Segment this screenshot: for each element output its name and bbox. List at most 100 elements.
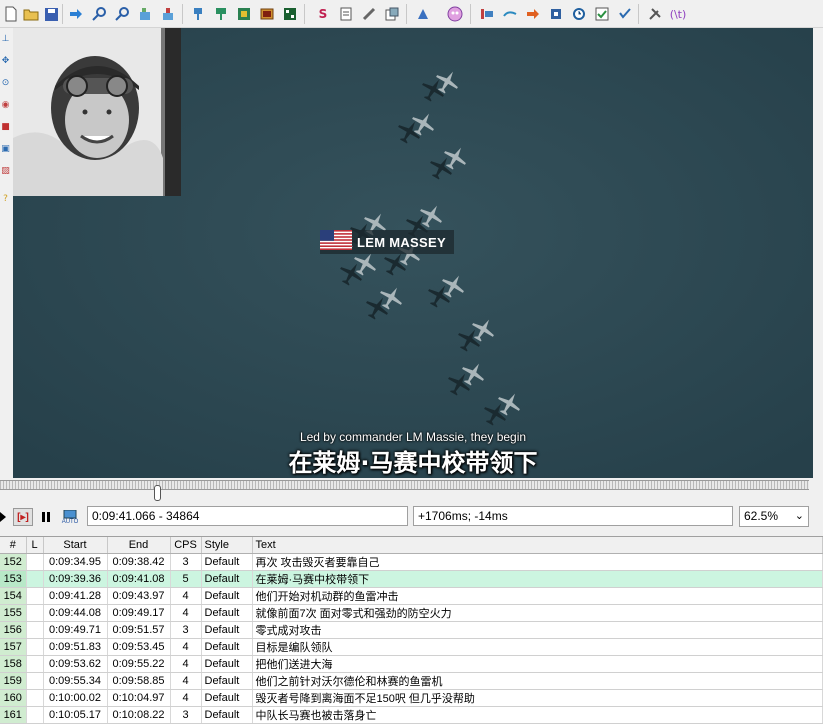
table-row[interactable]: 154 0:09:41.28 0:09:43.97 4 Default 他们开始对机动群的… <box>0 587 823 605</box>
keyframes-icon[interactable] <box>281 5 299 23</box>
timing-postprocessor-icon[interactable] <box>547 5 565 23</box>
table-row[interactable]: 155 0:09:44.08 0:09:49.17 4 Default 就像前面7次 面对… <box>0 604 823 622</box>
cell-start: 0:09:51.83 <box>43 638 108 656</box>
play-line-button[interactable]: [▸] <box>13 508 33 526</box>
table-row[interactable]: 153 0:09:39.36 0:09:41.08 5 Default 在莱姆·马赛中校带… <box>0 570 823 588</box>
table-row[interactable]: 159 0:09:55.34 0:09:58.85 4 Default 他们之前针对沃尔德… <box>0 672 823 690</box>
column-header-text[interactable]: Text <box>252 537 823 554</box>
video-controls: [▸] AUTO 0:09:41.066 - 34864 +1706ms; -1… <box>0 502 823 532</box>
open-file-icon[interactable] <box>22 5 40 23</box>
chevron-down-icon: ⌄ <box>794 509 804 522</box>
cell-end: 0:09:49.17 <box>107 604 171 622</box>
table-row[interactable]: 160 0:10:00.02 0:10:04.97 4 Default 毁灭者号降到离海面… <box>0 689 823 707</box>
styles-icon[interactable] <box>189 5 207 23</box>
auto-scroll-toggle[interactable]: AUTO <box>58 508 82 526</box>
pilot-portrait-photo <box>13 28 181 196</box>
cell-text: 毁灭者号降到离海面不足150呎 但几乎没帮助 <box>252 689 823 707</box>
pause-icon[interactable] <box>38 508 54 526</box>
shift-times-icon[interactable] <box>524 5 542 23</box>
spellcheck-icon[interactable] <box>337 5 355 23</box>
help-icon[interactable] <box>478 5 496 23</box>
cell-start: 0:09:49.71 <box>43 621 108 639</box>
new-file-icon[interactable] <box>2 5 20 23</box>
resample-icon[interactable] <box>446 5 464 23</box>
video-display[interactable]: CDR LEM MASSEY Led by commander LM Massi… <box>13 28 813 478</box>
cell-number: 161 <box>0 706 27 724</box>
cell-style: Default <box>201 570 253 588</box>
video-close-icon[interactable] <box>258 5 276 23</box>
automation-icon[interactable]: S <box>314 5 332 23</box>
kanji-timer-icon[interactable] <box>501 5 519 23</box>
subtitle-english: Led by commander LM Massie, they begin <box>299 430 527 444</box>
cell-layer <box>26 689 44 707</box>
cell-end: 0:09:51.57 <box>107 621 171 639</box>
column-header-end[interactable]: End <box>107 537 171 554</box>
column-header-number[interactable]: # <box>0 537 27 554</box>
lua-icon[interactable]: (\t) <box>669 5 687 23</box>
select-lines-icon[interactable] <box>414 5 432 23</box>
cell-text: 中队长马赛也被击落身亡 <box>252 706 823 724</box>
save-icon[interactable] <box>42 5 60 23</box>
cell-layer <box>26 655 44 673</box>
cell-layer <box>26 587 44 605</box>
video-zoom-scrollbar[interactable] <box>813 28 823 478</box>
table-row[interactable]: 161 0:10:05.17 0:10:08.22 3 Default 中队长马赛也被击落… <box>0 706 823 724</box>
column-header-start[interactable]: Start <box>43 537 108 554</box>
video-seek-bar[interactable] <box>0 480 809 490</box>
subtitle-grid: # L Start End CPS Style Text 152 0:09:34.… <box>0 536 823 725</box>
cell-text: 把他们送进大海 <box>252 655 823 673</box>
vector-clip-icon[interactable]: ▨ <box>0 164 11 178</box>
table-row[interactable]: 157 0:09:51.83 0:09:53.45 4 Default 目标是编队领队 <box>0 638 823 656</box>
cell-style: Default <box>201 604 253 622</box>
cell-number: 157 <box>0 638 27 656</box>
us-flag-icon <box>320 230 352 250</box>
rotate-z-icon[interactable]: ⊙ <box>0 76 11 90</box>
cell-style: Default <box>201 587 253 605</box>
cell-cps: 3 <box>170 553 202 571</box>
timing-icon[interactable] <box>383 5 401 23</box>
translation-icon[interactable] <box>360 5 378 23</box>
cell-cps: 4 <box>170 655 202 673</box>
name-caption: CDR LEM MASSEY <box>320 230 454 254</box>
snap-icon[interactable] <box>593 5 611 23</box>
cell-layer <box>26 604 44 622</box>
video-time-field[interactable]: 0:09:41.066 - 34864 <box>87 506 408 526</box>
standard-tool-icon[interactable]: ⊥ <box>0 32 11 46</box>
cell-style: Default <box>201 689 253 707</box>
seek-thumb[interactable] <box>154 485 161 501</box>
cell-number: 152 <box>0 553 27 571</box>
record-icon[interactable] <box>570 5 588 23</box>
cell-text: 目标是编队领队 <box>252 638 823 656</box>
scale-icon[interactable]: ■ <box>0 120 11 134</box>
jump-to-icon[interactable] <box>67 5 85 23</box>
clip-icon[interactable]: ▣ <box>0 142 11 156</box>
zoom-select[interactable]: 62.5% ⌄ <box>739 506 809 527</box>
table-row[interactable]: 156 0:09:49.71 0:09:51.57 3 Default 零式成对攻击 <box>0 621 823 639</box>
play-icon[interactable] <box>0 508 6 526</box>
zoom-in-icon[interactable] <box>90 5 108 23</box>
column-header-style[interactable]: Style <box>201 537 253 554</box>
video-details-icon[interactable] <box>616 5 634 23</box>
properties-icon[interactable] <box>136 5 154 23</box>
cell-start: 0:09:39.36 <box>43 570 108 588</box>
subtitle-offset-field[interactable]: +1706ms; -14ms <box>413 506 733 526</box>
attachments-icon[interactable] <box>159 5 177 23</box>
video-open-icon[interactable] <box>235 5 253 23</box>
cell-cps: 3 <box>170 621 202 639</box>
cell-cps: 4 <box>170 638 202 656</box>
help-tool-icon[interactable]: ? <box>0 192 11 206</box>
cell-end: 0:09:38.42 <box>107 553 171 571</box>
fonts-icon[interactable] <box>212 5 230 23</box>
table-row[interactable]: 158 0:09:53.62 0:09:55.22 4 Default 把他们送进大海 <box>0 655 823 673</box>
cell-style: Default <box>201 621 253 639</box>
column-header-layer[interactable]: L <box>26 537 44 554</box>
tools-icon[interactable] <box>646 5 664 23</box>
cell-text: 再次 攻击毁灭者要靠自己 <box>252 553 823 571</box>
zoom-out-icon[interactable] <box>113 5 131 23</box>
column-header-cps[interactable]: CPS <box>170 537 202 554</box>
rotate-xy-icon[interactable]: ◉ <box>0 98 11 112</box>
cell-cps: 4 <box>170 604 202 622</box>
drag-tool-icon[interactable]: ✥ <box>0 54 11 68</box>
table-row[interactable]: 152 0:09:34.95 0:09:38.42 3 Default 再次 攻击毁灭者要… <box>0 553 823 571</box>
cell-text: 他们开始对机动群的鱼雷冲击 <box>252 587 823 605</box>
